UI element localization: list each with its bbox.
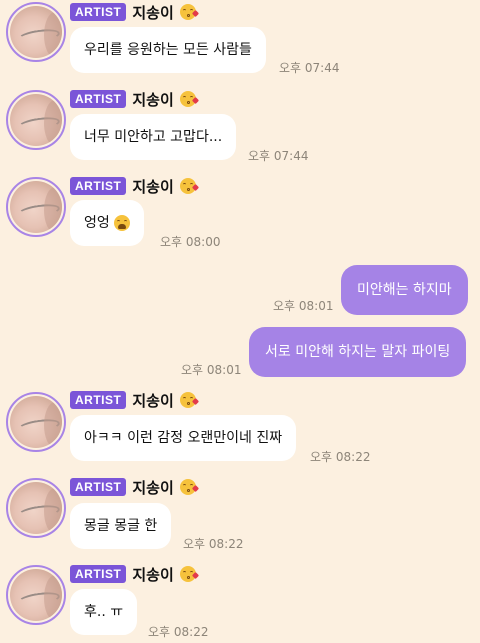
sender-name: 지송이: [132, 478, 174, 497]
message-time: 오후 07:44: [248, 149, 309, 163]
sender-name: 지송이: [132, 565, 174, 584]
avatar-photo: [10, 569, 62, 621]
message-bubble[interactable]: 후.. ㅠ: [70, 589, 138, 635]
message-bubble[interactable]: 엉엉: [70, 200, 145, 246]
incoming-message: ARTIST 지송이 후.. ㅠ 오후 08:22: [0, 563, 480, 643]
artist-badge: ARTIST: [70, 478, 127, 496]
artist-avatar[interactable]: [6, 2, 66, 62]
message-time: 오후 08:01: [273, 299, 334, 313]
avatar-photo: [10, 396, 62, 448]
artist-badge: ARTIST: [70, 3, 127, 21]
outgoing-message-bubble[interactable]: 서로 미안해 하지는 말자 파이팅: [249, 327, 467, 377]
sender-row: ARTIST 지송이: [70, 90, 199, 109]
sender-row: ARTIST 지송이: [70, 565, 199, 584]
message-time: 오후 07:44: [279, 61, 340, 75]
avatar-photo: [10, 181, 62, 233]
avatar-photo: [10, 94, 62, 146]
artist-badge: ARTIST: [70, 391, 127, 409]
avatar-photo: [10, 482, 62, 534]
kissing-face-icon: [179, 178, 199, 194]
message-bubble[interactable]: 몽글 몽글 한: [70, 503, 172, 549]
avatar-photo: [10, 6, 62, 58]
artist-avatar[interactable]: [6, 177, 66, 237]
sender-name: 지송이: [132, 391, 174, 410]
sender-name: 지송이: [132, 177, 174, 196]
kissing-face-icon: [179, 4, 199, 20]
message-text: 엉엉: [84, 215, 110, 231]
message-time: 오후 08:22: [310, 450, 371, 464]
message-time: 오후 08:22: [183, 537, 244, 551]
kissing-face-icon: [179, 479, 199, 495]
artist-badge: ARTIST: [70, 565, 127, 583]
sender-row: ARTIST 지송이: [70, 177, 199, 196]
incoming-message: ARTIST 지송이 우리를 응원하는 모든 사람들 오후 07:44: [0, 0, 480, 80]
weary-face-icon: [114, 215, 131, 231]
message-time: 오후 08:22: [148, 625, 209, 639]
sender-row: ARTIST 지송이: [70, 478, 199, 497]
message-bubble[interactable]: 우리를 응원하는 모든 사람들: [70, 27, 266, 73]
artist-avatar[interactable]: [6, 565, 66, 625]
sender-name: 지송이: [132, 90, 174, 109]
incoming-message: ARTIST 지송이 너무 미안하고 고맙다... 오후 07:44: [0, 88, 480, 168]
sender-name: 지송이: [132, 3, 174, 22]
artist-avatar[interactable]: [6, 392, 66, 452]
message-bubble[interactable]: 너무 미안하고 고맙다...: [70, 114, 237, 160]
kissing-face-icon: [179, 392, 199, 408]
incoming-message: ARTIST 지송이 엉엉 오후 08:00: [0, 175, 480, 255]
artist-badge: ARTIST: [70, 90, 127, 108]
message-time: 오후 08:00: [160, 235, 221, 249]
sender-row: ARTIST 지송이: [70, 3, 199, 22]
kissing-face-icon: [179, 91, 199, 107]
incoming-message: ARTIST 지송이 아ㅋㅋ 이런 감정 오랜만이네 진짜 오후 08:22: [0, 390, 480, 470]
message-time: 오후 08:01: [181, 363, 242, 377]
kissing-face-icon: [179, 566, 199, 582]
sender-row: ARTIST 지송이: [70, 391, 199, 410]
outgoing-message-bubble[interactable]: 미안해는 하지마: [341, 265, 468, 315]
artist-avatar[interactable]: [6, 478, 66, 538]
message-bubble[interactable]: 아ㅋㅋ 이런 감정 오랜만이네 진짜: [70, 415, 297, 461]
artist-badge: ARTIST: [70, 177, 127, 195]
incoming-message: ARTIST 지송이 몽글 몽글 한 오후 08:22: [0, 476, 480, 556]
artist-avatar[interactable]: [6, 90, 66, 150]
